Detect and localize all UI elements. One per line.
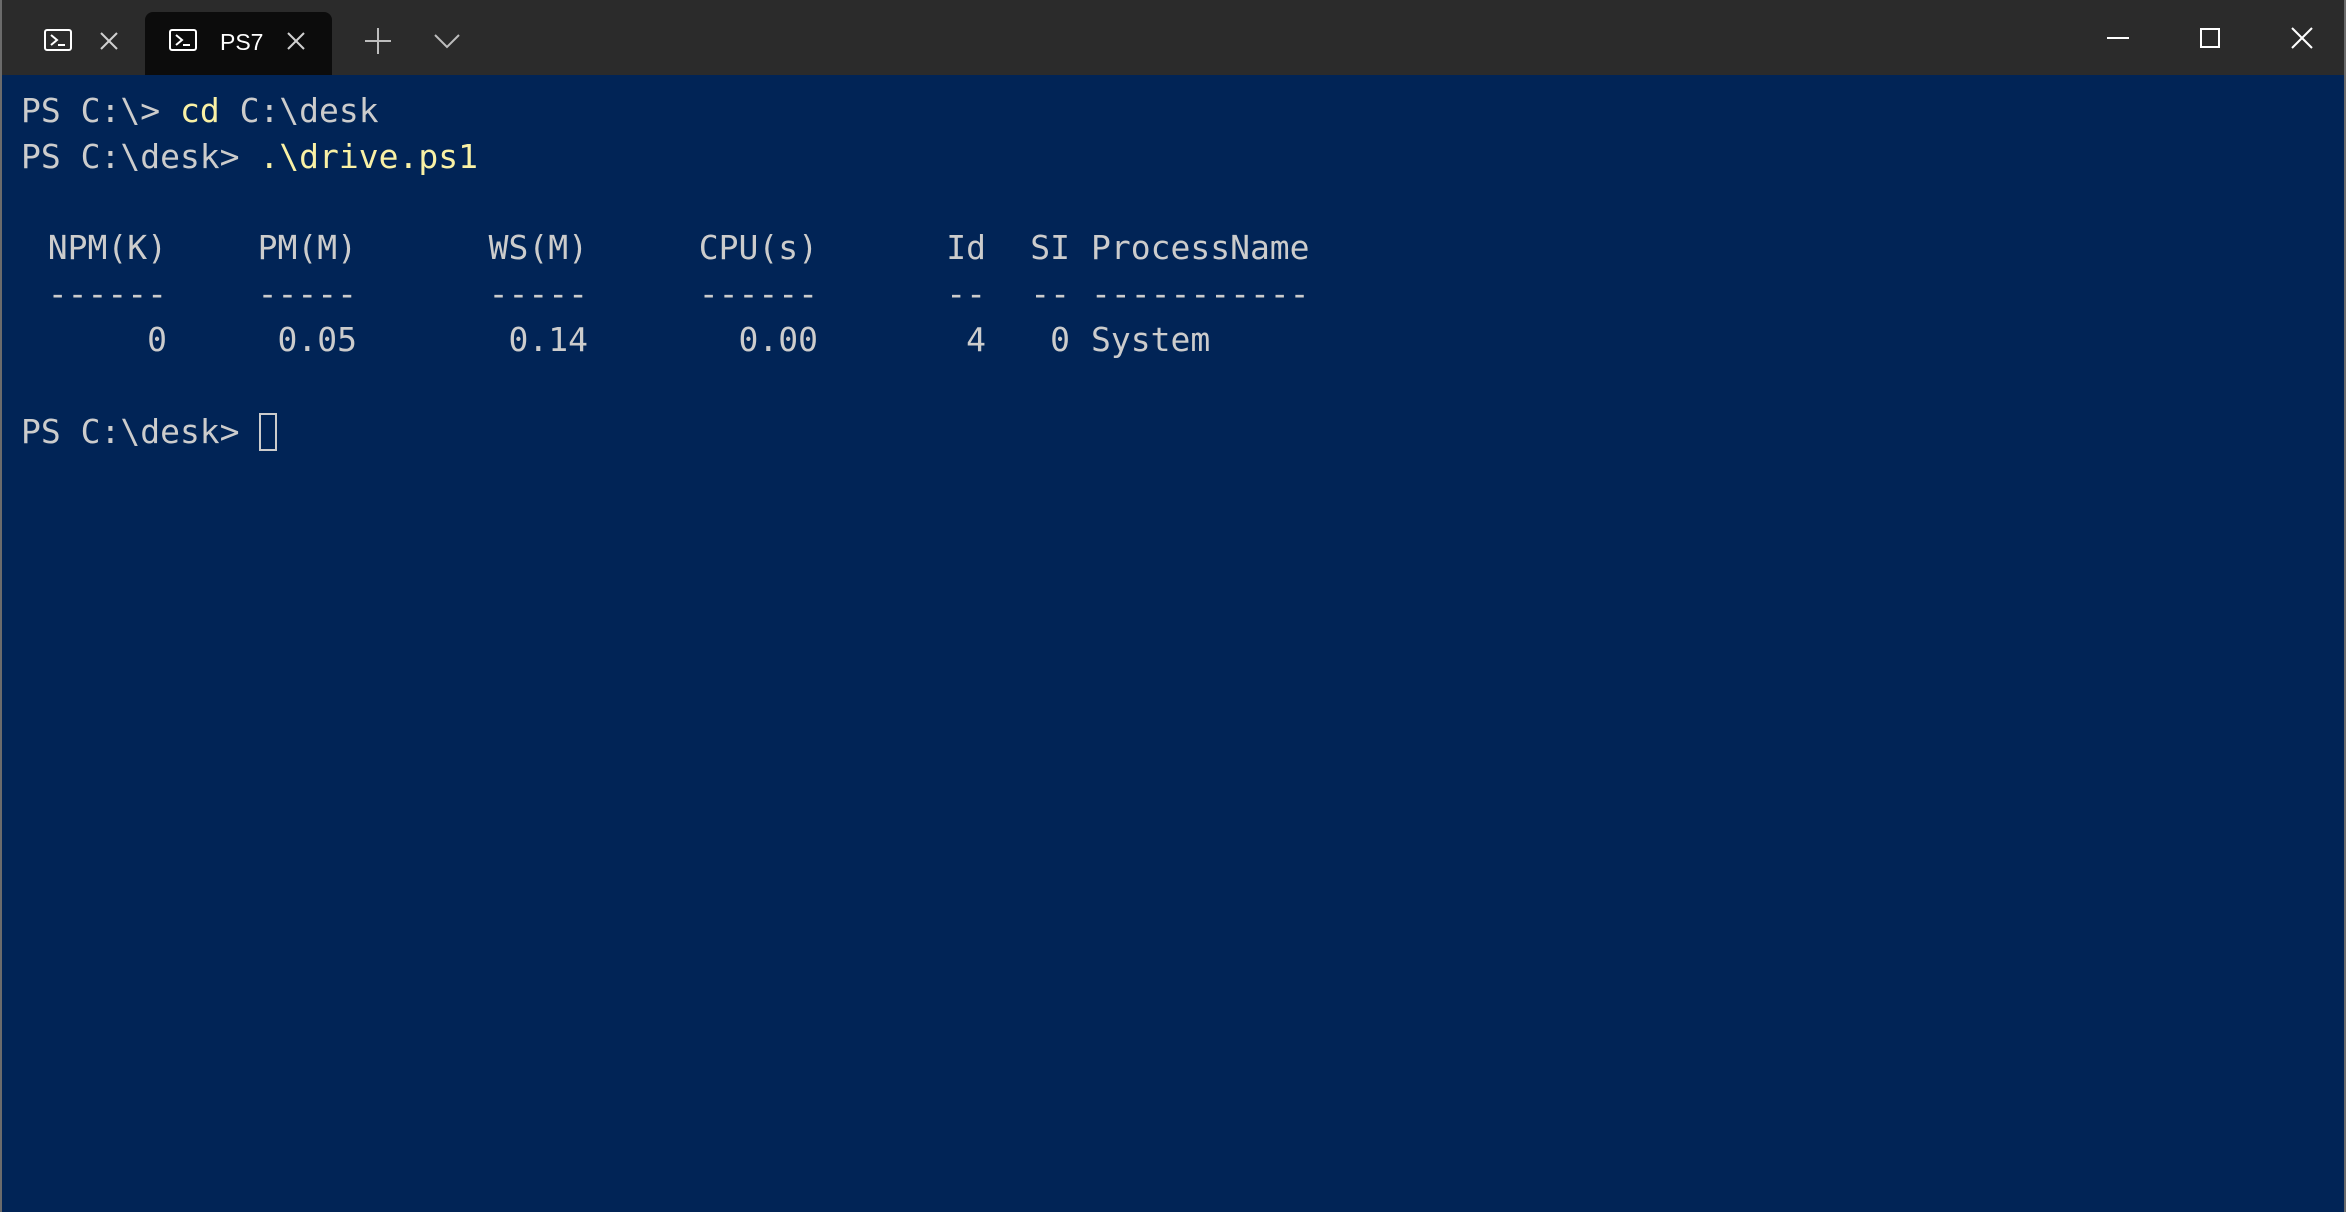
command: .\drive.ps1 bbox=[259, 137, 478, 176]
prompt: PS C:\desk> bbox=[21, 137, 260, 176]
table-cell-si: 0 bbox=[1050, 320, 1070, 359]
table-cell-pm: 0.05 bbox=[277, 320, 357, 359]
table-separator: -- bbox=[946, 274, 986, 313]
table-header-cpu: CPU(s) bbox=[698, 228, 818, 267]
maximize-icon[interactable] bbox=[2190, 18, 2230, 58]
table-separator: ----------- bbox=[1091, 274, 1310, 313]
command-line-2: PS C:\desk> .\drive.ps1 bbox=[21, 137, 478, 177]
table-cell-npm: 0 bbox=[147, 320, 167, 359]
close-tab-icon[interactable] bbox=[285, 30, 307, 52]
table-cell-processname: System bbox=[1091, 320, 1211, 359]
table-separator: -- bbox=[1030, 274, 1070, 313]
table-separator: ----- bbox=[488, 274, 588, 313]
chevron-down-icon[interactable] bbox=[432, 30, 462, 52]
minimize-icon[interactable] bbox=[2098, 18, 2138, 58]
terminal-output[interactable]: PS C:\> cd C:\desk PS C:\desk> .\drive.p… bbox=[2, 75, 2344, 1212]
table-separator: ------ bbox=[47, 274, 167, 313]
command: cd bbox=[179, 91, 220, 130]
table-cell-cpu: 0.00 bbox=[738, 320, 818, 359]
current-prompt-line[interactable]: PS C:\desk> bbox=[21, 412, 278, 452]
plus-icon[interactable] bbox=[363, 26, 393, 56]
table-separator: ------ bbox=[698, 274, 818, 313]
tab-ps7[interactable]: PS7 bbox=[145, 12, 332, 75]
command-line-1: PS C:\> cd C:\desk bbox=[21, 91, 379, 131]
powershell-icon bbox=[169, 29, 197, 51]
table-header-npm: NPM(K) bbox=[47, 228, 167, 267]
tab-1[interactable] bbox=[16, 12, 142, 75]
prompt: PS C:\desk> bbox=[21, 412, 260, 451]
table-cell-ws: 0.14 bbox=[508, 320, 588, 359]
close-tab-icon[interactable] bbox=[98, 30, 120, 52]
tab-title: PS7 bbox=[220, 29, 264, 55]
table-header-si: SI bbox=[1030, 228, 1070, 267]
table-separator: ----- bbox=[257, 274, 357, 313]
terminal-window: PS7 PS C:\> cd C:\desk PS C:\desk> .\dri… bbox=[0, 0, 2346, 1212]
table-header-ws: WS(M) bbox=[488, 228, 588, 267]
table-header-pm: PM(M) bbox=[257, 228, 357, 267]
command-args: C:\desk bbox=[219, 91, 379, 130]
powershell-icon bbox=[44, 29, 72, 51]
text-cursor bbox=[259, 413, 278, 451]
close-icon[interactable] bbox=[2282, 18, 2322, 58]
prompt: PS C:\> bbox=[21, 91, 180, 130]
table-cell-id: 4 bbox=[966, 320, 986, 359]
table-header-id: Id bbox=[946, 228, 986, 267]
table-header-processname: ProcessName bbox=[1091, 228, 1310, 267]
title-bar[interactable]: PS7 bbox=[2, 0, 2344, 75]
